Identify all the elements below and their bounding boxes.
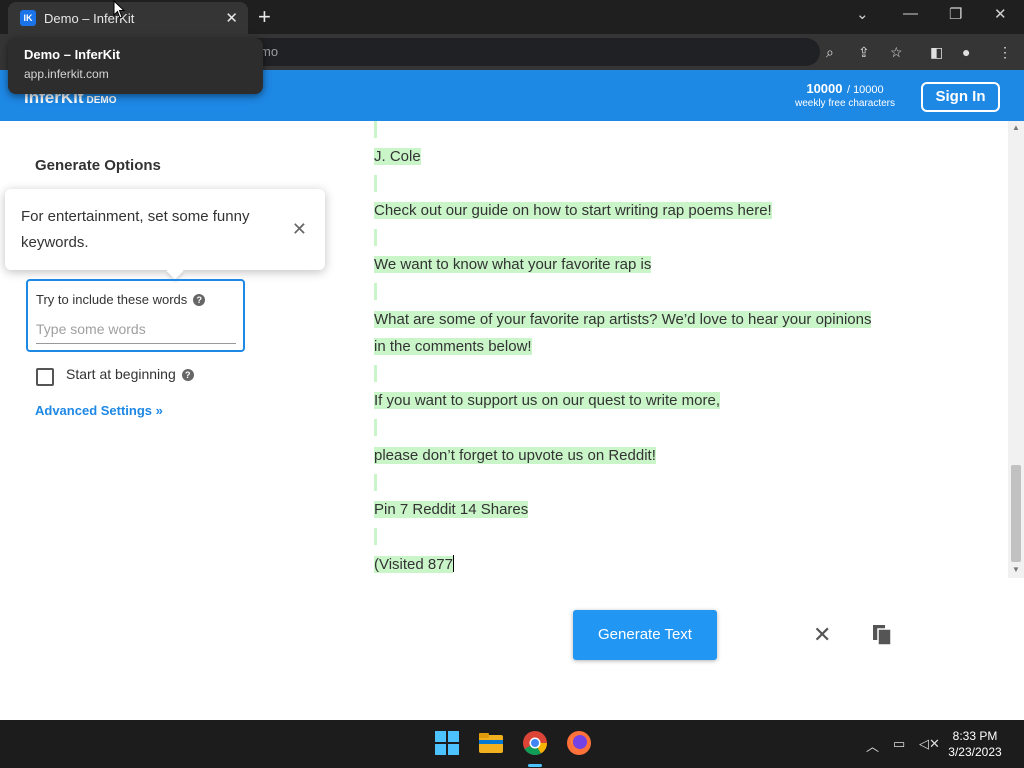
restore-button[interactable]: ❐: [949, 5, 962, 23]
editor-scrollbar[interactable]: ▲ ▼: [1008, 121, 1024, 578]
system-clock[interactable]: 8:33 PM 3/23/2023: [940, 728, 1010, 760]
chrome-icon[interactable]: [522, 730, 548, 756]
generate-options-title: Generate Options: [35, 157, 161, 174]
blank-line-marker: [374, 283, 377, 300]
text-line: in the comments below!: [374, 338, 532, 355]
close-tab-icon[interactable]: ✕: [225, 9, 238, 27]
text-line: Check out our guide on how to start writ…: [374, 202, 772, 219]
blank-line-marker: [374, 121, 377, 138]
quota-caption: weekly free characters: [794, 98, 896, 109]
active-app-indicator: [528, 764, 542, 767]
blank-line-marker: [374, 419, 377, 436]
new-tab-button[interactable]: +: [258, 4, 271, 30]
mouse-cursor-icon: [113, 0, 126, 19]
profile-icon[interactable]: ●: [962, 44, 970, 60]
browser-tab-bar: IK Demo – InferKit ✕ + ⌄ — ❐ ✕: [0, 0, 1024, 34]
tray-chevron-icon[interactable]: ︿: [866, 736, 879, 755]
quota-total: / 10000: [846, 84, 884, 96]
scroll-down-icon[interactable]: ▼: [1012, 565, 1020, 574]
blank-line-marker: [374, 365, 377, 382]
keywords-label: Try to include these words?: [36, 292, 206, 307]
firefox-icon[interactable]: [566, 730, 592, 756]
windows-taskbar: ︿ ▭ ◁✕ 8:33 PM 3/23/2023: [0, 720, 1024, 768]
hover-card-title: Demo – InferKit: [24, 47, 121, 62]
generated-text-editor[interactable]: J. Cole Check out our guide on how to st…: [364, 121, 1008, 578]
brand-sub: DEMO: [86, 95, 117, 106]
close-window-button[interactable]: ✕: [994, 5, 1007, 23]
sign-in-button[interactable]: Sign In: [921, 82, 1000, 112]
blank-line-marker: [374, 175, 377, 192]
file-explorer-icon[interactable]: [478, 730, 504, 756]
favicon-icon: IK: [20, 10, 36, 26]
copy-icon[interactable]: [872, 624, 892, 646]
windows-start-icon[interactable]: [434, 730, 460, 756]
popover-arrow: [166, 262, 184, 280]
text-line: please don’t forget to upvote us on Redd…: [374, 447, 656, 464]
keywords-field-box: Try to include these words?: [26, 279, 245, 352]
blank-line-marker: [374, 474, 377, 491]
bookmark-star-icon[interactable]: ☆: [890, 44, 903, 61]
side-panel-icon[interactable]: ◧: [930, 44, 943, 61]
network-icon[interactable]: ▭: [893, 736, 905, 752]
text-line: Pin 7 Reddit 14 Shares: [374, 501, 529, 518]
blank-line-marker: [374, 528, 377, 545]
browser-tab[interactable]: IK Demo – InferKit ✕: [8, 2, 248, 34]
advanced-settings-link[interactable]: Advanced Settings »: [35, 403, 163, 418]
scroll-up-icon[interactable]: ▲: [1012, 123, 1020, 132]
tab-search-icon[interactable]: ⌄: [856, 5, 869, 23]
start-label-text: Start at beginning: [66, 366, 176, 382]
clear-icon[interactable]: ✕: [813, 622, 831, 648]
zoom-search-icon[interactable]: ⌕: [826, 44, 834, 61]
tab-hover-card: Demo – InferKit app.inferkit.com: [8, 38, 263, 94]
text-line: If you want to support us on our quest t…: [374, 392, 721, 409]
quota-number: 10000: [806, 81, 843, 96]
clock-date: 3/23/2023: [948, 745, 1002, 759]
text-line: We want to know what your favorite rap i…: [374, 256, 652, 273]
text-line: What are some of your favorite rap artis…: [374, 311, 872, 328]
help-icon[interactable]: ?: [181, 369, 194, 381]
keywords-input[interactable]: [36, 319, 236, 344]
text-caret: [452, 555, 454, 572]
popover-text: For entertainment, set some funny keywor…: [21, 208, 250, 251]
minimize-button[interactable]: —: [903, 5, 918, 22]
blank-line-marker: [374, 229, 377, 246]
share-icon[interactable]: ⇪: [858, 44, 870, 61]
clock-time: 8:33 PM: [952, 729, 998, 743]
keywords-hint-popover: For entertainment, set some funny keywor…: [5, 189, 325, 280]
popover-close-icon[interactable]: ✕: [292, 219, 307, 240]
keywords-label-text: Try to include these words: [36, 292, 188, 307]
start-at-beginning-checkbox[interactable]: [36, 368, 54, 386]
hover-card-url: app.inferkit.com: [24, 67, 109, 81]
generate-text-button[interactable]: Generate Text: [573, 610, 717, 660]
text-line: (Visited 877: [374, 555, 454, 573]
start-at-beginning-label: Start at beginning?: [66, 366, 194, 382]
help-icon[interactable]: ?: [193, 294, 206, 306]
text-line: J. Cole: [374, 148, 421, 165]
menu-kebab-icon[interactable]: ⋮: [998, 44, 1012, 61]
volume-muted-icon[interactable]: ◁✕: [919, 736, 940, 752]
quota-display: 10000 / 10000 weekly free characters: [790, 80, 900, 109]
scrollbar-thumb[interactable]: [1011, 465, 1021, 562]
